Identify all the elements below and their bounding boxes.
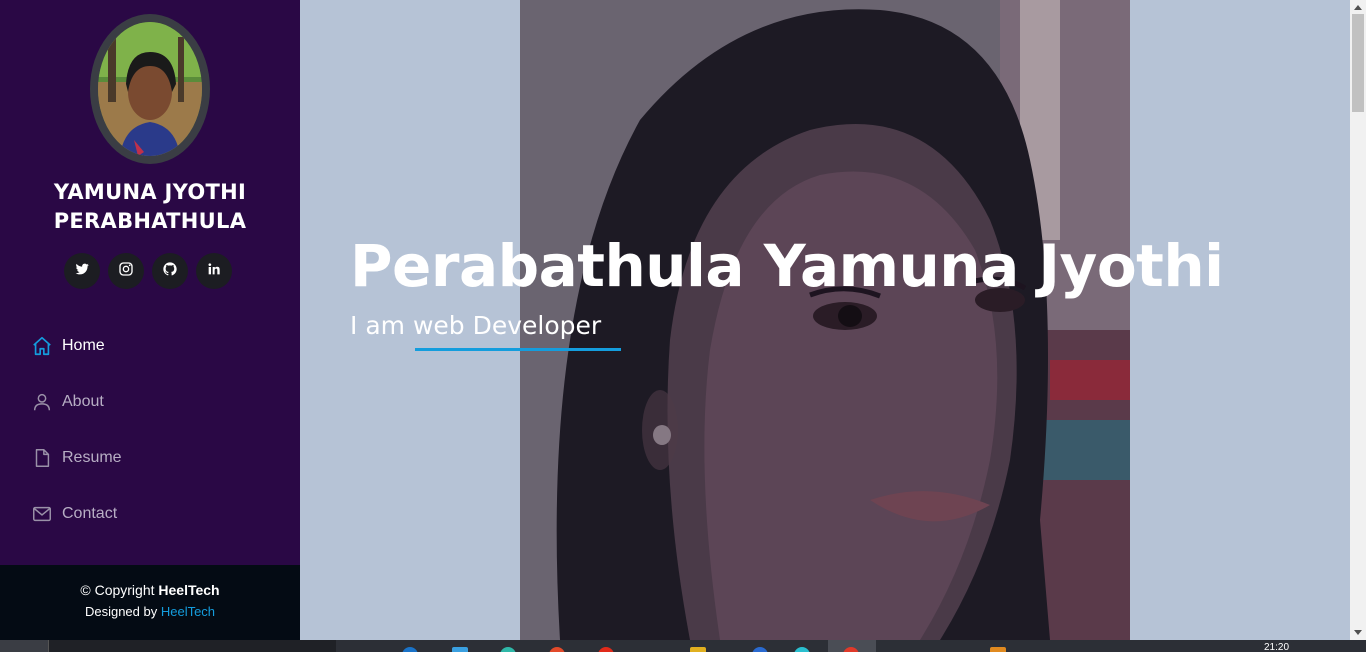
designed-prefix: Designed by xyxy=(84,604,161,619)
profile-avatar xyxy=(98,22,202,156)
twitter-link[interactable] xyxy=(64,253,100,289)
taskbar-app-icon[interactable] xyxy=(752,647,768,652)
instagram-icon xyxy=(118,261,134,281)
profile-name-line1: YAMUNA JYOTHI xyxy=(53,180,247,204)
github-icon xyxy=(162,261,178,281)
taskbar-search[interactable] xyxy=(48,640,336,652)
scroll-down-arrow-icon[interactable] xyxy=(1350,626,1366,640)
hero-photo xyxy=(520,0,1130,640)
copyright-brand: HeelTech xyxy=(158,582,220,598)
hero-title: Perabathula Yamuna Jyothi xyxy=(350,232,1224,300)
taskbar-app-icon[interactable] xyxy=(990,647,1006,652)
taskbar-app-icon[interactable] xyxy=(690,647,706,652)
instagram-link[interactable] xyxy=(108,253,144,289)
twitter-icon xyxy=(74,261,90,281)
scrollbar-thumb[interactable] xyxy=(1352,14,1364,112)
nav-item-contact[interactable]: Contact xyxy=(0,486,300,542)
copyright-text: © Copyright HeelTech xyxy=(0,582,300,598)
linkedin-icon xyxy=(206,261,222,281)
vertical-scrollbar[interactable] xyxy=(1350,0,1366,640)
nav-menu: Home About Resume Contact xyxy=(0,318,300,542)
taskbar-app-icon[interactable] xyxy=(598,647,614,652)
taskbar-app-icon[interactable] xyxy=(794,647,810,652)
copyright-prefix: © Copyright xyxy=(80,582,159,598)
profile-name-line2: PERABHATHULA xyxy=(53,209,247,233)
taskbar-app-icon[interactable] xyxy=(549,647,565,652)
nav-item-home[interactable]: Home xyxy=(0,318,300,374)
designed-by-text: Designed by HeelTech xyxy=(0,604,300,619)
taskbar-clock[interactable]: 21:20 xyxy=(1264,642,1289,652)
hero-section: Perabathula Yamuna Jyothi I am web Devel… xyxy=(300,0,1350,640)
social-links xyxy=(64,253,232,289)
user-icon xyxy=(30,390,54,414)
nav-label-contact: Contact xyxy=(62,505,118,522)
linkedin-link[interactable] xyxy=(196,253,232,289)
github-link[interactable] xyxy=(152,253,188,289)
os-taskbar: 21:20 xyxy=(0,640,1366,652)
taskbar-app-icon[interactable] xyxy=(452,647,468,652)
taskbar-app-icon[interactable] xyxy=(402,647,418,652)
sidebar-footer: © Copyright HeelTech Designed by HeelTec… xyxy=(0,565,300,640)
profile-avatar-frame xyxy=(90,14,210,164)
nav-label-resume: Resume xyxy=(62,449,122,466)
sidebar: YAMUNA JYOTHI PERABHATHULA Home About Re… xyxy=(0,0,300,640)
designed-by-link[interactable]: HeelTech xyxy=(161,604,215,619)
start-area[interactable] xyxy=(0,640,48,652)
hero-subtitle: I am web Developer xyxy=(350,311,602,340)
taskbar-app-icon[interactable] xyxy=(500,647,516,652)
nav-item-resume[interactable]: Resume xyxy=(0,430,300,486)
home-icon xyxy=(30,334,54,358)
nav-item-about[interactable]: About xyxy=(0,374,300,430)
profile-name: YAMUNA JYOTHI PERABHATHULA xyxy=(0,178,300,236)
nav-label-about: About xyxy=(62,393,104,410)
envelope-icon xyxy=(30,502,54,526)
file-icon xyxy=(30,446,54,470)
typing-underline xyxy=(415,348,621,351)
nav-label-home: Home xyxy=(62,337,105,354)
scroll-up-arrow-icon[interactable] xyxy=(1350,0,1366,14)
